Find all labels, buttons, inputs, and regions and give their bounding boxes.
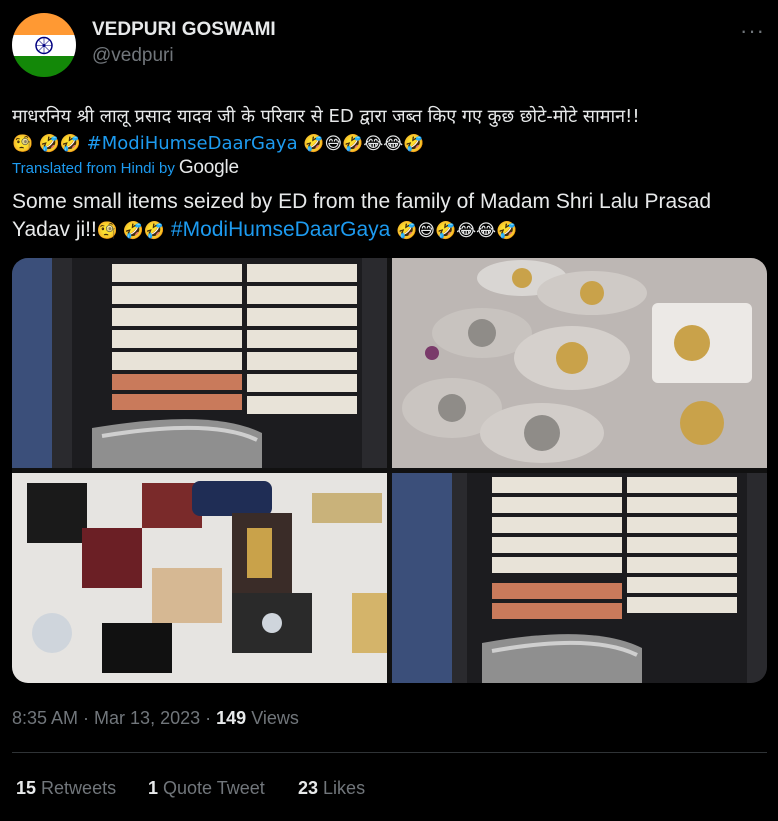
more-options-icon[interactable]: ··· [740,18,765,44]
media-photo-cash-1[interactable] [12,258,387,468]
divider [12,752,767,753]
retweets-label: Retweets [41,778,117,798]
media-photo-jewellery-1[interactable] [392,258,767,468]
quotes-count: 1 [148,778,159,798]
author-handle[interactable]: @vedpuri [92,45,174,67]
translated-from[interactable]: Translated from Hindi by Google [12,157,239,179]
tweet-date[interactable]: Mar 13, 2023 [94,708,200,728]
views-count: 149 [216,708,247,728]
tweet-hindi-text: माधरनिय श्री लालू प्रसाद यादव जी के परिव… [12,103,767,158]
emoji-post: 🤣😅🤣😂😂🤣 [303,134,425,154]
emoji-post-en: 🤣😅🤣😂😂🤣 [396,221,518,240]
media-photo-cash-2[interactable] [392,473,767,683]
emoji-pre-en: 🧐 🤣🤣 [96,221,166,240]
tweet-english-text: Some small items seized by ED from the f… [12,188,767,245]
tweet: VEDPURI GOSWAMI @vedpuri ··· माधरनिय श्र… [0,0,778,821]
india-flag-icon [12,13,76,77]
author-name[interactable]: VEDPURI GOSWAMI [92,19,276,41]
likes-label: Likes [323,778,366,798]
google-logo: Google [178,157,239,178]
translated-label: Translated from Hindi by [12,160,175,177]
views-label: Views [251,708,299,728]
hindi-text: माधरनिय श्री लालू प्रसाद यादव जी के परिव… [12,106,640,127]
tweet-time[interactable]: 8:35 AM [12,708,78,728]
emoji-pre: 🧐 🤣🤣 [12,134,81,154]
hashtag-link[interactable]: #ModiHumseDaarGaya [87,133,298,154]
likes-count: 23 [298,778,319,798]
likes-stat[interactable]: 23 Likes [298,778,365,799]
media-photo-jewellery-2[interactable] [12,473,387,683]
tweet-meta: 8:35 AM · Mar 13, 2023 · 149 Views [12,708,299,728]
quote-tweets-stat[interactable]: 1 Quote Tweet [148,778,265,799]
quotes-label: Quote Tweet [163,778,265,798]
hashtag-link-en[interactable]: #ModiHumseDaarGaya [171,218,390,241]
retweets-stat[interactable]: 15 Retweets [16,778,116,799]
avatar[interactable] [12,13,76,77]
media-grid [12,258,767,683]
retweets-count: 15 [16,778,37,798]
